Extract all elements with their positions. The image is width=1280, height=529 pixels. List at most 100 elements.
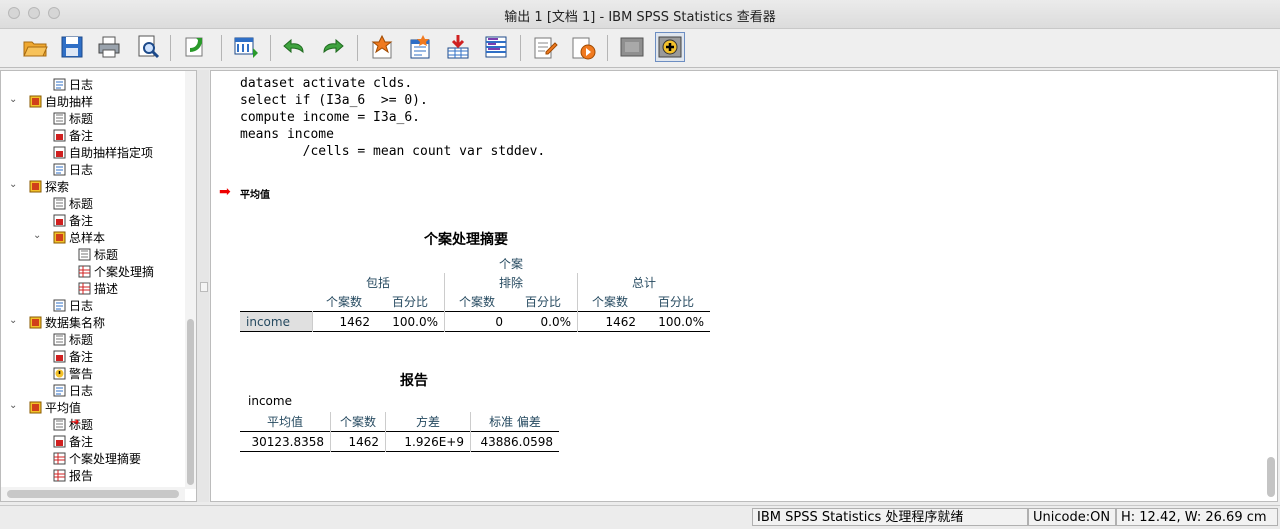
insert-title-icon [410, 35, 430, 59]
tree-item-label: 日志 [69, 299, 94, 313]
edit-syntax-button[interactable] [530, 32, 560, 62]
table-cell: 1462 [311, 311, 376, 332]
show-button[interactable] [655, 32, 685, 62]
tree-item-label: 备注 [69, 214, 94, 228]
log-icon [53, 78, 66, 91]
col-group-total: 总计 [631, 276, 656, 290]
undo-button[interactable] [279, 32, 309, 62]
tree-item-label: 日志 [69, 163, 94, 177]
report-cell: 1.926E+9 [385, 431, 471, 452]
chevron-down-icon[interactable]: ⌄ [9, 400, 17, 411]
report-variable-label: income [248, 394, 292, 408]
report-header: 个案数 [330, 412, 386, 432]
log-icon [53, 299, 66, 312]
report-cell: 1462 [330, 431, 386, 452]
book-icon [29, 180, 42, 193]
export-icon [185, 37, 203, 57]
syntax-log: dataset activate clds. select if (I3a_6 … [240, 76, 546, 159]
tree-item[interactable]: 日志 [53, 298, 93, 315]
print-preview-button[interactable] [133, 32, 163, 62]
designate-window-button[interactable] [481, 32, 511, 62]
export-button[interactable] [180, 32, 210, 62]
tree-item[interactable]: 自助抽样 [29, 94, 93, 111]
tree-item[interactable]: 标题 [53, 332, 93, 349]
report-table[interactable]: 平均值 个案数 方差 标准 偏差 30123.8358 1462 1.926E+… [240, 412, 559, 452]
chevron-down-icon[interactable]: ⌄ [33, 230, 41, 241]
hide-button[interactable] [617, 32, 647, 62]
tree-item-label: 标题 [69, 333, 94, 347]
window-title: 输出 1 [文档 1] - IBM SPSS Statistics 查看器 [504, 10, 776, 25]
tree-item[interactable]: 备注 [53, 213, 93, 230]
run-icon [572, 37, 596, 60]
tree-item-label: 标题 [69, 112, 94, 126]
tree-item[interactable]: 总样本 [53, 230, 105, 247]
tree-item[interactable]: 备注 [53, 434, 93, 451]
notes-icon [53, 129, 66, 142]
report-cell: 30123.8358 [240, 431, 331, 452]
outline-hscroll-thumb[interactable] [7, 490, 179, 498]
pane-splitter[interactable] [197, 70, 209, 502]
chevron-down-icon[interactable]: ⌄ [9, 315, 17, 326]
goto-data-icon [234, 37, 258, 58]
designate-window-icon [485, 36, 507, 58]
tree-item[interactable]: 标题 [53, 196, 93, 213]
log-icon [53, 384, 66, 397]
tree-item[interactable]: 警告 [53, 366, 93, 383]
tree-item[interactable]: 探索 [29, 179, 69, 196]
open-button[interactable] [20, 32, 50, 62]
book-icon [29, 401, 42, 414]
print-button[interactable] [94, 32, 124, 62]
outline-scroll-thumb[interactable] [187, 319, 194, 485]
insert-title-button[interactable] [405, 32, 435, 62]
tree-item[interactable]: 备注 [53, 128, 93, 145]
tree-item-label: 个案处理摘 [94, 265, 155, 279]
tree-item[interactable]: 自助抽样指定项 [53, 145, 153, 162]
tree-item[interactable]: 个案处理摘 [78, 264, 154, 281]
sub-header: 百分比 [376, 292, 445, 312]
output-scroll-thumb[interactable] [1267, 457, 1275, 497]
run-button[interactable] [568, 32, 598, 62]
tree-item[interactable]: 备注 [53, 349, 93, 366]
goto-data-button[interactable] [231, 32, 261, 62]
page-dimensions: H: 12.42, W: 26.69 cm [1116, 508, 1278, 526]
report-header: 平均值 [240, 412, 331, 432]
chevron-down-icon[interactable]: ⌄ [9, 94, 17, 105]
outline-pane[interactable]: 日志 ⌄ 自助抽样 标题 备注 自助抽样指定项 日志 ⌄ 探索 标题 备注 ⌄ 总样本 标题 个案处理摘 描述… [0, 70, 197, 502]
notes-icon [53, 350, 66, 363]
tree-item[interactable]: 数据集名称 [29, 315, 105, 332]
current-item-arrow-icon: ➡ [219, 184, 231, 200]
tree-item[interactable]: 日志 [53, 383, 93, 400]
tree-item[interactable]: 标题 [78, 247, 118, 264]
log-icon [53, 163, 66, 176]
show-icon [658, 36, 682, 58]
insert-heading-button[interactable] [367, 32, 397, 62]
open-icon [23, 41, 48, 57]
notes-icon [53, 214, 66, 227]
save-button[interactable] [57, 32, 87, 62]
tree-item[interactable]: 标题 [53, 111, 93, 128]
tree-item[interactable]: 日志 [53, 162, 93, 179]
output-pane[interactable]: dataset activate clds. select if (I3a_6 … [210, 70, 1278, 502]
tree-item-label: 备注 [69, 350, 94, 364]
insert-heading-icon [371, 34, 393, 59]
case-summary-table[interactable]: 个案 包括 排除 总计 个案数 百分比 个案数 百分比 个案数 百分比 inco… [240, 254, 710, 332]
tree-item[interactable]: 平均值 [29, 400, 81, 417]
redo-button[interactable] [318, 32, 348, 62]
insert-text-button[interactable] [443, 32, 473, 62]
tree-item[interactable]: 描述 [78, 281, 118, 298]
edit-syntax-icon [534, 37, 558, 59]
sub-header: 个案数 [458, 295, 495, 309]
tree-item[interactable]: 个案处理摘要 [53, 451, 141, 468]
tree-item-label: 日志 [69, 78, 94, 92]
redo-icon [323, 38, 344, 54]
table-icon [53, 452, 66, 465]
table-cell: 100.0% [376, 311, 445, 332]
table-icon [53, 469, 66, 482]
tree-item-label: 总样本 [69, 231, 106, 245]
tree-item[interactable]: 日志 [53, 77, 93, 94]
chevron-down-icon[interactable]: ⌄ [9, 179, 17, 190]
tree-item[interactable]: 报告 [53, 468, 93, 485]
report-title: 报告 [400, 373, 428, 389]
save-icon [61, 36, 83, 58]
tree-item-label: 日志 [69, 384, 94, 398]
